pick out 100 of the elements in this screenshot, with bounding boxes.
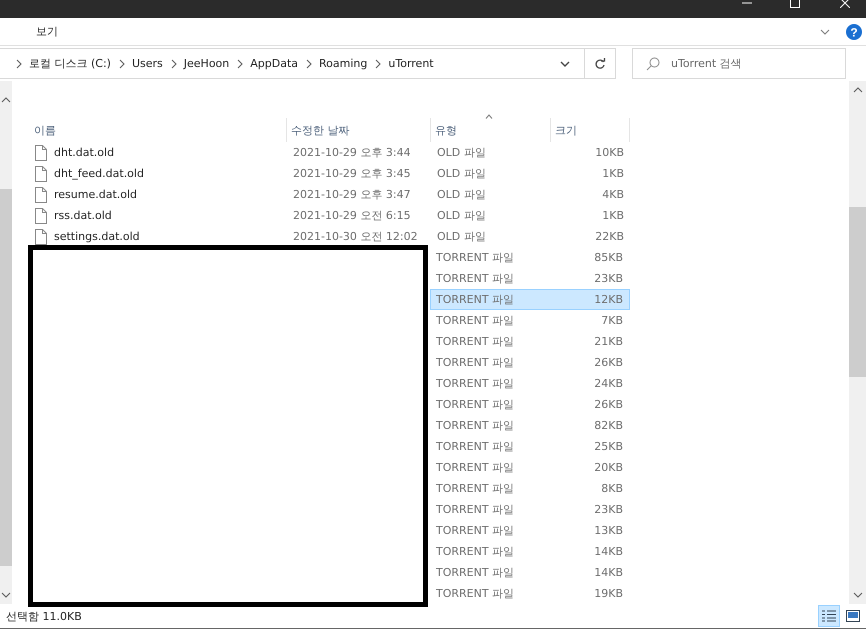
file-size: 8KB <box>601 482 623 495</box>
dropdown-icon[interactable] <box>560 60 570 66</box>
file-row[interactable]: settings.dat.old 2021-10-30 오전 12:02 OLD 파일 22KB <box>30 226 630 247</box>
file-size: 20KB <box>594 461 623 474</box>
file-size: 10KB <box>595 146 624 159</box>
close-icon[interactable] <box>840 0 850 8</box>
file-name: resume.dat.old <box>54 188 138 201</box>
file-name: rss.dat.old <box>54 209 112 222</box>
ribbon-tab[interactable]: 보기 <box>30 22 64 41</box>
scroll-up-icon[interactable] <box>852 87 862 93</box>
file-row[interactable]: rss.dat.old 2021-10-29 오전 6:15 OLD 파일 1KB <box>30 205 630 226</box>
file-size: 7KB <box>601 314 623 327</box>
file-type: TORRENT 파일 <box>436 523 514 538</box>
file-row[interactable]: TORRENT 파일 25KB <box>430 436 630 457</box>
file-type: TORRENT 파일 <box>436 334 514 349</box>
file-row[interactable]: dht_feed.dat.old 2021-10-29 오후 3:45 OLD 파일 1KB <box>30 163 630 184</box>
file-row[interactable]: TORRENT 파일 8KB <box>430 478 630 499</box>
file-size: 85KB <box>594 251 623 264</box>
file-type: TORRENT 파일 <box>436 460 514 475</box>
breadcrumb[interactable]: AppData <box>250 57 298 70</box>
chevron-icon <box>170 58 177 68</box>
modified-date: 2021-10-29 오후 3:44 <box>293 145 411 160</box>
details-view-button[interactable] <box>818 605 840 627</box>
file-row[interactable]: dht.dat.old 2021-10-29 오후 3:44 OLD 파일 10KB <box>30 142 630 163</box>
column-header[interactable]: 수정한 날짜 <box>287 118 431 142</box>
scroll-down-icon[interactable] <box>1 592 11 598</box>
file-size: 25KB <box>594 440 623 453</box>
file-type: TORRENT 파일 <box>436 292 514 307</box>
breadcrumb[interactable]: Roaming <box>319 57 368 70</box>
breadcrumb[interactable]: uTorrent <box>388 57 434 70</box>
help-icon[interactable]: ? <box>846 24 862 40</box>
file-name: dht_feed.dat.old <box>54 167 144 180</box>
scrollbar[interactable] <box>0 81 12 604</box>
file-row[interactable]: TORRENT 파일 23KB <box>430 268 630 289</box>
file-type: OLD 파일 <box>437 187 486 202</box>
chevron-icon <box>16 58 22 68</box>
file-size: 26KB <box>594 398 623 411</box>
file-row[interactable]: TORRENT 파일 7KB <box>430 310 630 331</box>
file-row[interactable]: TORRENT 파일 12KB <box>430 289 630 310</box>
file-size: 21KB <box>594 335 623 348</box>
file-row[interactable]: TORRENT 파일 19KB <box>430 583 630 604</box>
file-row[interactable]: TORRENT 파일 23KB <box>430 499 630 520</box>
modified-date: 2021-10-30 오전 12:02 <box>293 229 418 244</box>
chevron-icon <box>118 58 125 68</box>
modified-date: 2021-10-29 오전 6:15 <box>293 208 411 223</box>
file-row[interactable]: resume.dat.old 2021-10-29 오후 3:47 OLD 파일 4KB <box>30 184 630 205</box>
file-row[interactable]: TORRENT 파일 82KB <box>430 415 630 436</box>
file-row[interactable]: TORRENT 파일 26KB <box>430 394 630 415</box>
file-row[interactable]: TORRENT 파일 24KB <box>430 373 630 394</box>
file-type: TORRENT 파일 <box>436 565 514 580</box>
file-size: 23KB <box>594 272 623 285</box>
file-size: 24KB <box>594 377 623 390</box>
chevron-icon <box>375 58 382 68</box>
file-type: TORRENT 파일 <box>436 376 514 391</box>
file-size: 22KB <box>595 230 624 243</box>
scroll-up-icon[interactable] <box>1 97 11 103</box>
file-size: 1KB <box>602 167 624 180</box>
status-text: 선택함 11.0KB <box>6 608 82 624</box>
breadcrumb[interactable]: JeeHoon <box>184 57 230 70</box>
file-size: 13KB <box>594 524 623 537</box>
file-row[interactable]: TORRENT 파일 14KB <box>430 541 630 562</box>
search-field[interactable]: uTorrent 검색 <box>632 48 846 79</box>
address-bar[interactable]: 로컬 디스크 (C:) Users JeeHoon AppData Roaming uTorrent <box>0 48 616 79</box>
file-icon <box>35 166 47 182</box>
file-row[interactable]: TORRENT 파일 13KB <box>430 520 630 541</box>
column-header[interactable]: 크기 <box>551 118 630 142</box>
breadcrumb[interactable]: 로컬 디스크 (C:) <box>29 56 111 71</box>
column-header[interactable]: 이름 <box>30 118 287 142</box>
file-icon <box>35 186 47 202</box>
thumbnail-icon <box>846 610 860 622</box>
file-name: settings.dat.old <box>54 230 140 243</box>
modified-date: 2021-10-29 오후 3:45 <box>293 166 411 181</box>
maximize-icon[interactable] <box>790 0 800 8</box>
file-type: TORRENT 파일 <box>436 439 514 454</box>
search-icon <box>646 57 660 71</box>
column-header[interactable]: 유형 <box>431 118 551 142</box>
chevron-icon <box>306 58 312 68</box>
chevron-icon[interactable] <box>820 28 830 34</box>
file-icon <box>35 208 47 224</box>
modified-date: 2021-10-29 오후 3:47 <box>293 187 411 202</box>
scroll-down-icon[interactable] <box>852 592 862 598</box>
refresh-icon <box>594 58 606 70</box>
file-row[interactable]: TORRENT 파일 85KB <box>430 247 630 268</box>
file-type: OLD 파일 <box>437 145 486 160</box>
file-size: 19KB <box>594 587 623 600</box>
file-size: 23KB <box>594 503 623 516</box>
file-row[interactable]: TORRENT 파일 20KB <box>430 457 630 478</box>
file-size: 14KB <box>594 545 623 558</box>
file-row[interactable]: TORRENT 파일 26KB <box>430 352 630 373</box>
breadcrumb[interactable]: Users <box>132 57 163 70</box>
scrollbar[interactable] <box>849 81 866 604</box>
file-type: TORRENT 파일 <box>436 271 514 286</box>
file-type: OLD 파일 <box>437 208 486 223</box>
file-type: TORRENT 파일 <box>436 481 514 496</box>
file-row[interactable]: TORRENT 파일 21KB <box>430 331 630 352</box>
file-size: 12KB <box>594 293 623 306</box>
file-row[interactable]: TORRENT 파일 14KB <box>430 562 630 583</box>
file-type: TORRENT 파일 <box>436 397 514 412</box>
file-type: TORRENT 파일 <box>436 250 514 265</box>
file-type: TORRENT 파일 <box>436 418 514 433</box>
